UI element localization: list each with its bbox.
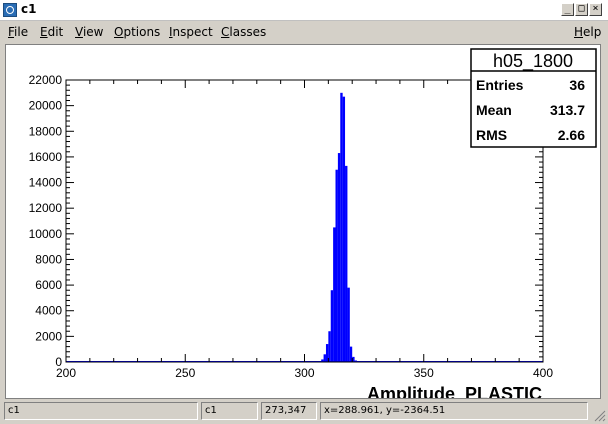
menu-inspect[interactable]: Inspect [169,25,213,39]
y-tick-label: 22000 [29,73,63,87]
minimize-button[interactable]: _ [561,3,574,16]
stats-entries-label: Entries [476,77,524,93]
menu-help[interactable]: Help [574,25,601,39]
menu-classes[interactable]: Classes [221,25,266,39]
histogram-bar [328,331,331,362]
maximize-button[interactable]: □ [575,3,588,16]
stats-mean-value: 313.7 [550,102,585,118]
stats-rms-value: 2.66 [558,127,585,143]
histogram-bar [333,227,336,362]
title-bar: c1 _ □ × [0,0,608,21]
window-title: c1 [21,2,37,16]
y-tick-label: 2000 [35,329,62,343]
stats-entries-value: 36 [569,77,585,93]
y-tick-label: 0 [55,355,62,369]
menu-file[interactable]: File [8,25,28,39]
histogram-bar [323,354,326,362]
menu-view[interactable]: View [75,25,103,39]
menu-edit[interactable]: Edit [40,25,63,39]
x-tick-label: 350 [414,366,434,380]
close-button[interactable]: × [589,3,602,16]
y-tick-label: 8000 [35,252,62,266]
histogram-bar [335,169,338,362]
menu-bar: File Edit View Options Inspect Classes H… [0,22,608,42]
status-pixel-position: 273,347 [261,402,317,420]
x-tick-label: 250 [175,366,195,380]
canvas[interactable]: 200 250 300 350 400 0 2000 4000 6000 8000 10000 120… [5,44,601,399]
app-icon [3,3,17,17]
stats-box[interactable]: h05_1800 Entries 36 Mean 313.7 RMS 2.66 [470,48,597,148]
status-canvas: c1 [201,402,258,420]
status-coordinates: x=288.961, y=-2364.51 [320,402,588,420]
histogram-bar [337,153,341,362]
histogram-bar [340,92,343,362]
histogram-chart[interactable]: 200 250 300 350 4000200040006000800010000120… [6,45,601,399]
stats-mean-label: Mean [476,102,512,118]
y-tick-label: 16000 [29,150,63,164]
y-tick-label: 12000 [29,201,63,215]
resize-grip-icon[interactable] [594,410,606,422]
histogram-bar [345,165,348,362]
y-tick-label: 10000 [29,227,63,241]
x-axis-label: Amplitude_PLASTIC [367,384,542,399]
stats-title: h05_1800 [493,51,573,72]
x-tick-label: 300 [294,366,314,380]
histogram-bar [347,287,350,362]
y-tick-label: 20000 [29,99,63,113]
y-tick-label: 18000 [29,124,63,138]
y-tick-label: 6000 [35,278,62,292]
x-tick-label: 400 [533,366,553,380]
histogram-bar [330,290,334,362]
histogram-bar [342,96,346,362]
status-bar: c1 c1 273,347 x=288.961, y=-2364.51 [0,400,608,424]
y-tick-label: 4000 [35,304,62,318]
menu-options[interactable]: Options [114,25,160,39]
status-object: c1 [4,402,198,420]
y-tick-label: 14000 [29,176,63,190]
stats-rms-label: RMS [476,127,507,143]
